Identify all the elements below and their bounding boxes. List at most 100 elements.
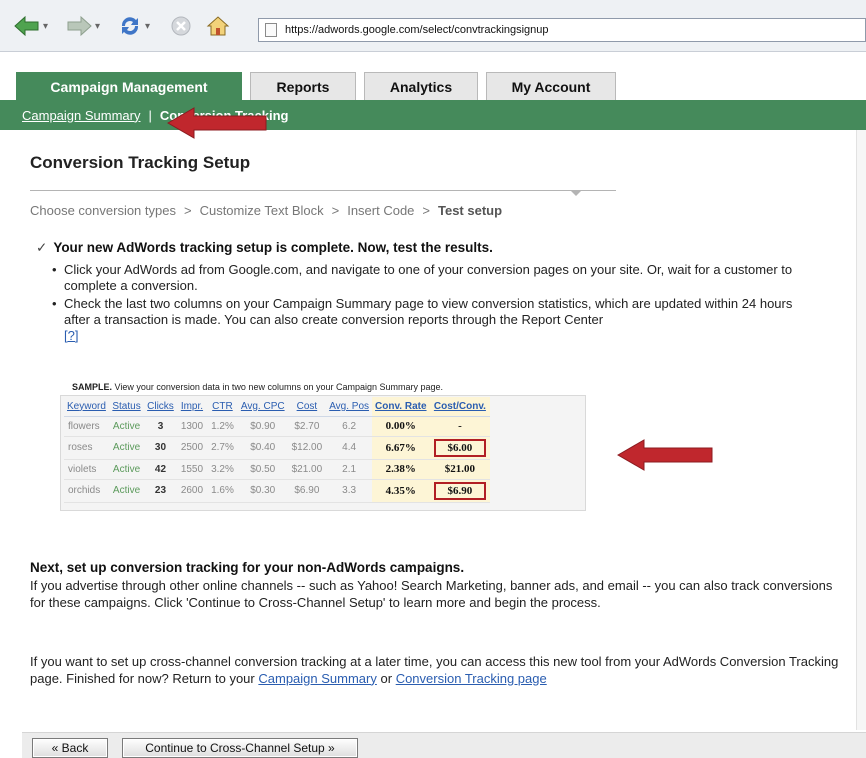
- col-cost[interactable]: Cost: [287, 397, 327, 417]
- subnav-separator: |: [148, 107, 152, 123]
- cell-conv-rate: 0.00%: [372, 416, 430, 437]
- cell-conv-rate: 6.67%: [372, 436, 430, 460]
- next-steps-headline: Next, set up conversion tracking for you…: [30, 560, 465, 575]
- cell-cost: $6.90: [287, 479, 327, 503]
- cell-keyword: violets: [64, 459, 109, 480]
- tab-label: Analytics: [389, 78, 453, 95]
- cell-impr: 1550: [176, 459, 208, 480]
- sample-label: SAMPLE.: [72, 382, 113, 392]
- help-link[interactable]: [?]: [64, 328, 78, 343]
- chevron-down-icon[interactable]: ▾: [95, 21, 100, 32]
- back-arrow-icon: [14, 15, 39, 37]
- cell-conv-rate: 2.38%: [372, 459, 430, 480]
- home-button[interactable]: [206, 14, 230, 38]
- cell-ctr: 1.6%: [207, 479, 238, 503]
- page-icon: [265, 23, 277, 37]
- address-bar[interactable]: https://adwords.google.com/select/convtr…: [258, 18, 866, 42]
- conversion-tracking-page-link[interactable]: Conversion Tracking page: [396, 671, 547, 686]
- table-row: flowers Active 3 1300 1.2% $0.90 $2.70 6…: [64, 416, 491, 437]
- tab-label: Campaign Management: [50, 78, 208, 95]
- cell-cost: $12.00: [287, 436, 327, 460]
- tab-analytics[interactable]: Analytics: [364, 72, 478, 100]
- col-status[interactable]: Status: [108, 397, 145, 417]
- cell-clicks: 42: [144, 459, 177, 480]
- cell-status: Active: [108, 479, 145, 503]
- scrollbar-edge[interactable]: [856, 130, 866, 730]
- cell-avg-cpc: $0.30: [237, 479, 288, 503]
- col-avg-pos[interactable]: Avg. Pos: [326, 397, 373, 417]
- cell-ctr: 1.2%: [207, 416, 238, 437]
- cell-ctr: 2.7%: [207, 436, 238, 460]
- bullet-text: Click your AdWords ad from Google.com, a…: [64, 262, 793, 293]
- step-separator: >: [331, 203, 340, 218]
- cell-status: Active: [108, 436, 145, 460]
- cell-keyword: flowers: [64, 416, 109, 437]
- cell-cost-per-conv: $6.00: [429, 436, 491, 460]
- continue-cross-channel-button[interactable]: Continue to Cross-Channel Setup »: [122, 738, 358, 758]
- cell-avg-cpc: $0.50: [237, 459, 288, 480]
- back-button[interactable]: « Back: [32, 738, 108, 758]
- forward-arrow-icon: [67, 15, 92, 37]
- completion-text: Your new AdWords tracking setup is compl…: [53, 240, 493, 255]
- home-icon: [206, 16, 230, 36]
- chevron-down-icon[interactable]: ▾: [43, 21, 48, 32]
- bullet-text: Check the last two columns on your Campa…: [64, 296, 793, 327]
- cell-avg-pos: 2.1: [326, 459, 373, 480]
- later-paragraph: If you want to set up cross-channel conv…: [30, 654, 840, 687]
- stop-button[interactable]: [170, 14, 192, 38]
- refresh-icon: [121, 17, 139, 35]
- col-clicks[interactable]: Clicks: [144, 397, 177, 417]
- tab-reports[interactable]: Reports: [250, 72, 356, 100]
- cell-avg-pos: 3.3: [326, 479, 373, 503]
- highlight-box: $6.00: [433, 438, 487, 457]
- table-header-row: Keyword Status Clicks Impr. CTR Avg. CPC…: [64, 397, 491, 417]
- stop-icon: [171, 16, 191, 36]
- col-cost-per-conv[interactable]: Cost/Conv.: [429, 397, 491, 417]
- cell-cost-per-conv: $21.00: [429, 459, 491, 480]
- tab-campaign-management[interactable]: Campaign Management: [16, 72, 242, 100]
- cell-ctr: 3.2%: [207, 459, 238, 480]
- back-nav-button[interactable]: ▾: [14, 14, 48, 38]
- tab-label: My Account: [511, 78, 591, 95]
- campaign-summary-inline-link[interactable]: Campaign Summary: [258, 671, 377, 686]
- cell-status: Active: [108, 416, 145, 437]
- col-impr[interactable]: Impr.: [176, 397, 208, 417]
- table-row: orchids Active 23 2600 1.6% $0.30 $6.90 …: [64, 479, 491, 503]
- bullet-icon: •: [52, 262, 57, 277]
- cell-avg-pos: 4.4: [326, 436, 373, 460]
- sample-caption-text: View your conversion data in two new col…: [114, 382, 444, 392]
- tab-label: Reports: [276, 78, 330, 95]
- or-text: or: [380, 670, 393, 686]
- col-conv-rate[interactable]: Conv. Rate: [372, 397, 430, 417]
- tab-bar: Campaign Management Reports Analytics My…: [0, 52, 866, 100]
- col-avg-cpc[interactable]: Avg. CPC: [237, 397, 288, 417]
- annotation-arrow-left-icon: [616, 439, 713, 471]
- forward-nav-button[interactable]: ▾: [66, 14, 100, 38]
- cell-cost: $2.70: [287, 416, 327, 437]
- cell-impr: 1300: [176, 416, 208, 437]
- tab-my-account[interactable]: My Account: [486, 72, 616, 100]
- checkmark-icon: ✓: [36, 240, 48, 255]
- cell-conv-rate: 4.35%: [372, 479, 430, 503]
- cell-impr: 2600: [176, 479, 208, 503]
- cell-avg-cpc: $0.90: [237, 416, 288, 437]
- steps-divider: [30, 190, 616, 191]
- step-separator: >: [183, 203, 192, 218]
- col-ctr[interactable]: CTR: [207, 397, 238, 417]
- cell-impr: 2500: [176, 436, 208, 460]
- cell-keyword: roses: [64, 436, 109, 460]
- steps-pointer-icon: [570, 190, 582, 196]
- annotation-arrow-left-icon: [166, 107, 267, 139]
- col-keyword[interactable]: Keyword: [64, 397, 109, 417]
- cell-clicks: 3: [144, 416, 177, 437]
- table-row: roses Active 30 2500 2.7% $0.40 $12.00 4…: [64, 436, 491, 460]
- refresh-button[interactable]: ▾: [118, 14, 150, 38]
- bullet-icon: •: [52, 296, 57, 311]
- list-item: • Check the last two columns on your Camp…: [50, 296, 820, 344]
- sample-caption: SAMPLE. View your conversion data in two…: [72, 382, 443, 392]
- chevron-down-icon[interactable]: ▾: [145, 21, 150, 32]
- step-customize-text: Customize Text Block: [199, 203, 324, 218]
- campaign-summary-link[interactable]: Campaign Summary: [22, 108, 141, 123]
- setup-steps: Choose conversion types > Customize Text B…: [30, 203, 502, 218]
- cell-clicks: 23: [144, 479, 177, 503]
